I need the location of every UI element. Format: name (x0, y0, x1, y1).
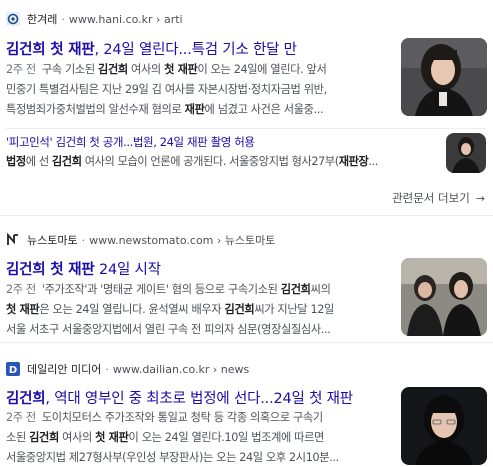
snippet-line: 서울중앙지법 제27형사부(우인성 부장판사)는 오는 24일 오후 2시10분… (6, 451, 339, 464)
result-thumbnail[interactable] (401, 387, 487, 465)
result-title[interactable]: 김건희 첫 재판, 24일 열린다...특검 기소 한달 만 (6, 38, 391, 59)
highlight-term: 김건희 (51, 155, 82, 168)
highlight-term: 재판장 (338, 155, 369, 168)
section-divider (0, 342, 493, 343)
sub-result-snippet: 법정에 선 김건희 여사의 모습이 언론에 공개된다. 서울중앙지법 형사27부… (6, 155, 378, 168)
highlight-term: 김건희 (29, 431, 59, 444)
source-url: www.hani.co.kr › arti (68, 12, 183, 26)
source-row[interactable]: 뉴스토마토 · www.newstomato.com › 뉴스토마토 (6, 231, 275, 249)
highlight-term: 첫 재판 (6, 303, 40, 316)
source-url: www.newstomato.com › 뉴스토마토 (89, 234, 276, 247)
snippet-line: 2주 전 도이치모터스 주가조작와 통일교 청탁 등 각종 의혹으로 구속기 (6, 411, 323, 424)
highlight-term: 첫 재판 (95, 431, 129, 444)
result-thumbnail[interactable] (401, 38, 487, 116)
source-name: 데일리안 미디어 (27, 363, 102, 376)
source-name: 한겨레 (27, 13, 58, 26)
arrow-right-icon: → (475, 191, 485, 205)
newstomato-favicon-icon (6, 233, 20, 247)
snippet-line: 소된 김건희 여사의 첫 재판이 오는 24일 열린다.10일 법조계에 따르면 (6, 431, 324, 444)
highlight-term: 첫 재판 (164, 63, 198, 76)
result-date: 2주 전 (6, 411, 36, 424)
snippet-line: 서울 서초구 서울중앙지법에서 열린 구속 전 피의자 심문(영장실질심사... (6, 323, 331, 336)
sub-result-title[interactable]: '피고인석' 김건희 첫 공개...법원, 24일 재판 촬영 허용 (6, 134, 255, 150)
result-date: 2주 전 (6, 63, 36, 76)
result-date: 2주 전 (6, 283, 36, 296)
source-row[interactable]: D 데일리안 미디어 · www.dailian.co.kr › news (6, 360, 249, 378)
snippet-line: 첫 재판은 오는 24일 열립니다. 윤석열씨 배우자 김건희씨가 지난달 12… (6, 303, 334, 316)
dailian-favicon-icon: D (6, 362, 20, 376)
snippet-line: 특정범죄가중처벌법의 알선수재 혐의로 재판에 넘겼고 사건은 서울중... (6, 103, 324, 116)
more-related-link[interactable]: 관련문서 더보기 → (392, 190, 485, 206)
source-name: 뉴스토마토 (27, 234, 78, 247)
highlight-term: 재판 (184, 103, 205, 116)
hani-favicon-icon (6, 12, 20, 26)
source-row[interactable]: 한겨레 · www.hani.co.kr › arti (6, 10, 183, 28)
result-title[interactable]: 김건희 첫 재판 24일 시작 (6, 258, 391, 279)
divider (6, 128, 486, 129)
snippet-line: 2주 전 '주가조작'과 '명태균 게이트' 혐의 등으로 구속기소된 김건희씨의 (6, 283, 331, 296)
highlight-term: 김건희 (224, 303, 255, 316)
result-thumbnail[interactable] (401, 258, 487, 336)
svg-text:D: D (9, 365, 17, 376)
snippet-line: 2주 전 구속 기소된 김건희 여사의 첫 재판이 오는 24일에 열린다. 앞서 (6, 63, 327, 76)
highlight-term: 김건희 (280, 283, 311, 296)
sub-result-thumbnail[interactable] (446, 133, 486, 173)
result-title[interactable]: 김건희, 역대 영부인 중 최초로 법정에 선다...24일 첫 재판 (6, 387, 394, 408)
section-divider (0, 215, 493, 216)
source-url: www.dailian.co.kr › news (112, 362, 250, 376)
highlight-term: 김건희 (98, 63, 128, 76)
snippet-line: 민중기 특별검사팀은 지난 29일 김 여사를 자본시장법·정치자금법 위반, (6, 83, 327, 96)
highlight-term: 법정 (6, 155, 26, 168)
